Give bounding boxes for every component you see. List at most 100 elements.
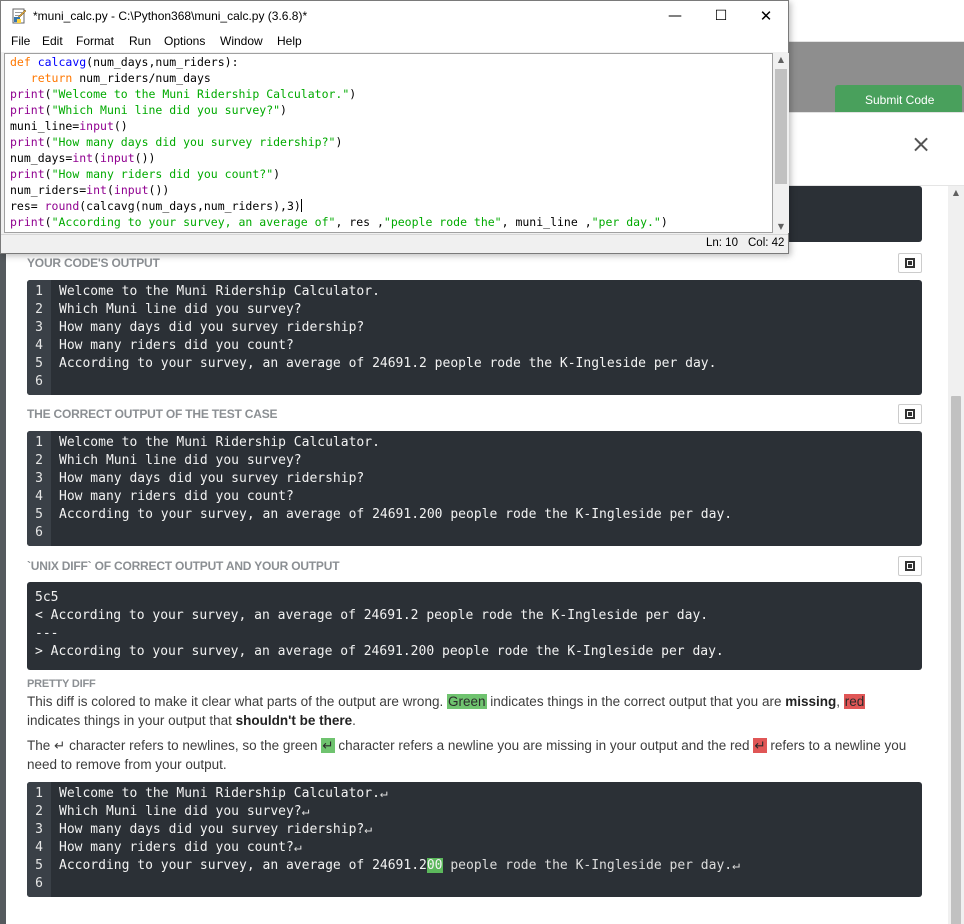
pretty-diff-panel: 1 Welcome to the Muni Ridership Calculato…: [27, 782, 922, 897]
scroll-up-arrow-icon[interactable]: ▲: [948, 188, 964, 200]
status-line-number: Ln: 10: [706, 237, 738, 249]
line-number: 2: [35, 302, 43, 317]
code-line[interactable]: print("According to your survey, an aver…: [5, 214, 772, 230]
code-token: (): [113, 119, 128, 133]
code-token: "How many riders did you count?": [51, 167, 274, 181]
code-token: int: [86, 183, 107, 197]
menu-options[interactable]: Options: [164, 31, 205, 52]
line-text: ↵: [379, 786, 388, 801]
line-text: How many days did you survey ridership?: [59, 822, 365, 837]
code-token: (: [44, 215, 52, 229]
output-line: 1 Welcome to the Muni Ridership Calculato…: [27, 434, 922, 452]
your-output-title: YOUR CODE'S OUTPUT: [27, 256, 160, 270]
line-text: Which Muni line did you survey?: [59, 804, 302, 819]
green-legend: Green: [446, 694, 487, 709]
code-token: ): [349, 87, 357, 101]
line-text: Welcome to the Muni Ridership Calculator…: [59, 786, 380, 801]
code-token: def: [10, 55, 38, 69]
diff-line: ---: [35, 626, 59, 641]
missing-emphasis: missing: [785, 694, 837, 709]
pretty-diff-line: 4 How many riders did you count?↵: [27, 839, 922, 857]
output-line: 2 Which Muni line did you survey?: [27, 301, 922, 319]
code-line[interactable]: muni_line=input(): [5, 118, 772, 134]
window-title-bar[interactable]: *muni_calc.py - C:\Python368\muni_calc.p…: [1, 1, 788, 31]
scroll-down-arrow-icon[interactable]: ▼: [773, 222, 789, 231]
scroll-up-arrow-icon[interactable]: ▲: [773, 55, 789, 64]
code-token: print: [10, 87, 45, 101]
window-title: *muni_calc.py - C:\Python368\muni_calc.p…: [33, 9, 308, 23]
code-token: input: [79, 119, 114, 133]
output-line: 1 Welcome to the Muni Ridership Calculato…: [27, 283, 922, 301]
menu-run[interactable]: Run: [129, 31, 151, 52]
code-token: print: [10, 215, 45, 229]
code-token: ): [280, 103, 287, 117]
line-text: ↵: [301, 804, 310, 819]
close-button[interactable]: ✕: [743, 1, 789, 31]
expand-your-output-button[interactable]: [898, 253, 922, 273]
output-line: 3 How many days did you survey ridership?: [27, 319, 922, 337]
pretty-diff-line: 2 Which Muni line did you survey?↵: [27, 803, 922, 821]
code-token: res=: [10, 199, 45, 213]
code-token: print: [10, 103, 45, 117]
output-line-text: Which Muni line did you survey?: [59, 453, 302, 468]
output-line: 3 How many days did you survey ridership?: [27, 470, 922, 488]
menu-help[interactable]: Help: [277, 31, 302, 52]
explanation-text: The ↵ character refers to newlines, so t…: [27, 738, 318, 753]
output-line: 6: [27, 373, 922, 391]
code-line[interactable]: print("How many days did you survey ride…: [5, 134, 772, 150]
modal-scrollbar[interactable]: ▲: [948, 186, 964, 924]
unix-diff-title: `UNIX DIFF` OF CORRECT OUTPUT AND YOUR O…: [27, 559, 340, 573]
modal-close-button[interactable]: ×: [906, 129, 936, 159]
code-token: ): [335, 135, 343, 149]
idle-editor-window[interactable]: *muni_calc.py - C:\Python368\muni_calc.p…: [0, 0, 789, 254]
line-number: 3: [35, 471, 43, 486]
expand-unix-diff-button[interactable]: [898, 556, 922, 576]
explanation-text: ,: [836, 694, 841, 709]
code-line[interactable]: num_riders=int(input()): [5, 182, 772, 198]
line-number: 1: [35, 284, 43, 299]
menu-format[interactable]: Format: [76, 31, 114, 52]
diff-line: < According to your survey, an average o…: [35, 608, 709, 623]
your-output-panel: 1 Welcome to the Muni Ridership Calculato…: [27, 280, 922, 395]
menu-edit[interactable]: Edit: [42, 31, 63, 52]
code-line[interactable]: print("Welcome to the Muni Ridership Cal…: [5, 86, 772, 102]
code-editor[interactable]: def calcavg(num_days,num_riders): return…: [4, 53, 773, 233]
modal-scrollbar-thumb[interactable]: [951, 396, 961, 924]
code-line[interactable]: return num_riders/num_days: [5, 70, 772, 86]
code-line[interactable]: print("How many riders did you count?"): [5, 166, 772, 182]
editor-scrollbar-thumb[interactable]: [775, 69, 787, 184]
code-token: (: [44, 135, 52, 149]
output-line: 5 According to your survey, an average of…: [27, 506, 922, 524]
diff-line: 5c5: [35, 590, 59, 605]
code-line[interactable]: res= round(calcavg(num_days,num_riders),…: [5, 198, 772, 214]
menu-window[interactable]: Window: [220, 31, 263, 52]
line-number: 5: [35, 858, 43, 873]
newline-explanation: The ↵ character refers to newlines, so t…: [27, 736, 917, 774]
code-line[interactable]: print("Which Muni line did you survey?"): [5, 102, 772, 118]
text-cursor: [300, 199, 302, 212]
output-line-text: How many days did you survey ridership?: [59, 471, 365, 486]
code-line[interactable]: def calcavg(num_days,num_riders):: [5, 54, 772, 70]
menu-file[interactable]: File: [11, 31, 30, 52]
code-token: round: [44, 199, 80, 213]
code-line[interactable]: num_days=int(input()): [5, 150, 772, 166]
submit-code-button[interactable]: Submit Code: [835, 85, 962, 115]
line-text: ↵: [293, 840, 302, 855]
pretty-diff-line: 1 Welcome to the Muni Ridership Calculato…: [27, 785, 922, 803]
maximize-button[interactable]: ☐: [698, 1, 744, 31]
missing-text-highlight: 00: [426, 858, 443, 873]
line-number: 3: [35, 320, 43, 335]
output-line-text: Which Muni line did you survey?: [59, 302, 302, 317]
correct-output-title: THE CORRECT OUTPUT OF THE TEST CASE: [27, 407, 278, 421]
output-line-text: According to your survey, an average of …: [59, 507, 733, 522]
output-line-text: How many days did you survey ridership?: [59, 320, 365, 335]
expand-correct-output-button[interactable]: [898, 404, 922, 424]
pretty-diff-line-text: According to your survey, an average of …: [59, 857, 740, 875]
editor-scrollbar[interactable]: ▲ ▼: [773, 53, 789, 233]
line-number: 6: [35, 876, 43, 891]
code-token: "Which Muni line did you survey?": [51, 103, 281, 117]
pretty-diff-line-text: Welcome to the Muni Ridership Calculator…: [59, 785, 388, 803]
line-number: 1: [35, 435, 43, 450]
minimize-button[interactable]: —: [652, 1, 698, 31]
